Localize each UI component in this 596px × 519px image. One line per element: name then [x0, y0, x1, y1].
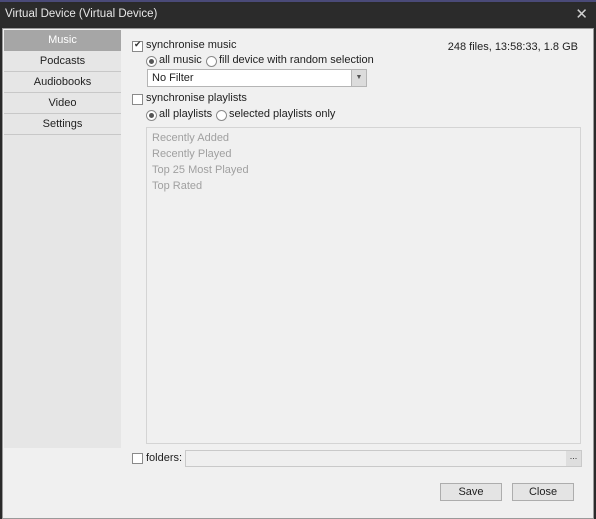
window-title: Virtual Device (Virtual Device): [5, 8, 158, 20]
device-info-text: 248 files, 13:58:33, 1.8 GB: [447, 41, 578, 53]
all-playlists-label: all playlists: [159, 108, 213, 120]
selected-playlists-radio[interactable]: [216, 110, 227, 121]
sidebar-item-video[interactable]: Video: [4, 93, 121, 114]
title-bar: Virtual Device (Virtual Device) ✕: [0, 4, 596, 26]
playlist-item[interactable]: Recently Played: [147, 146, 580, 162]
sidebar-item-podcasts[interactable]: Podcasts: [4, 51, 121, 72]
browse-button[interactable]: ...: [566, 451, 581, 466]
all-playlists-radio[interactable]: [146, 110, 157, 121]
filter-value: No Filter: [152, 72, 194, 84]
playlist-list[interactable]: Recently Added Recently Played Top 25 Mo…: [146, 127, 581, 444]
playlist-item[interactable]: Recently Added: [147, 130, 580, 146]
filter-dropdown[interactable]: No Filter ▼: [147, 69, 367, 87]
folders-label: folders:: [146, 452, 183, 464]
sync-music-label: synchronise music: [146, 39, 237, 51]
sync-music-checkbox[interactable]: [132, 39, 143, 52]
selected-playlists-label: selected playlists only: [229, 108, 336, 120]
sidebar-item-settings[interactable]: Settings: [4, 114, 121, 135]
close-x-icon[interactable]: ✕: [575, 5, 588, 23]
close-button[interactable]: Close: [512, 483, 574, 501]
folders-input[interactable]: ...: [185, 450, 582, 467]
sync-playlists-checkbox[interactable]: [132, 94, 143, 105]
sidebar-item-audiobooks[interactable]: Audiobooks: [4, 72, 121, 93]
playlist-item[interactable]: Top 25 Most Played: [147, 162, 580, 178]
chevron-down-icon[interactable]: ▼: [351, 70, 366, 86]
sidebar: Music Podcasts Audiobooks Video Settings: [4, 30, 121, 448]
save-button[interactable]: Save: [440, 483, 502, 501]
random-selection-label: fill device with random selection: [219, 54, 374, 66]
sync-playlists-label: synchronise playlists: [146, 92, 247, 104]
playlist-item[interactable]: Top Rated: [147, 178, 580, 194]
sidebar-item-music[interactable]: Music: [4, 30, 121, 51]
dialog-window: Virtual Device (Virtual Device) ✕ Music …: [0, 0, 596, 519]
folders-checkbox[interactable]: [132, 453, 143, 464]
random-selection-radio[interactable]: [206, 56, 217, 67]
all-music-label: all music: [159, 54, 202, 66]
dialog-content: Music Podcasts Audiobooks Video Settings…: [2, 28, 594, 519]
all-music-radio[interactable]: [146, 56, 157, 67]
